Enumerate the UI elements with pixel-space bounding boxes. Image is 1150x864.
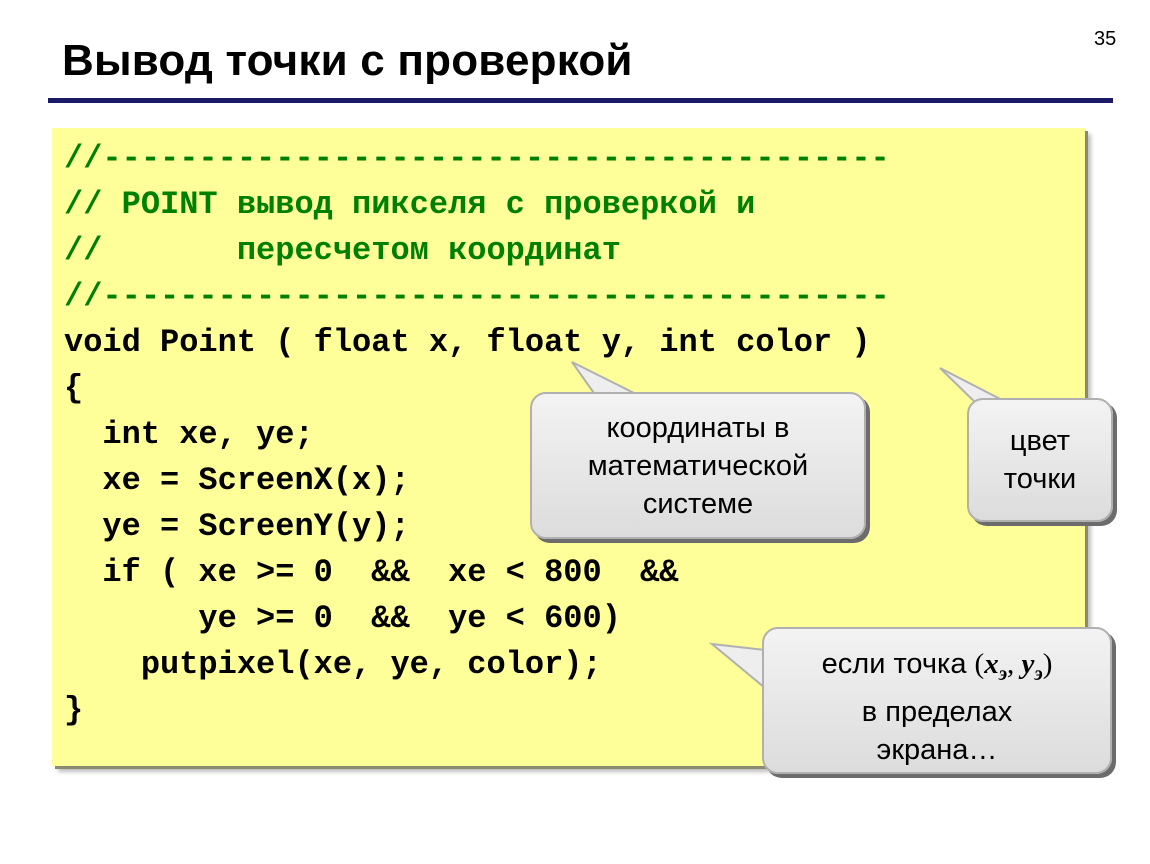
callout-color: цвет точки xyxy=(967,398,1113,522)
comma: , xyxy=(1007,648,1022,680)
var-x: x xyxy=(984,648,999,680)
callout-text: экрана… xyxy=(876,733,998,766)
sub-e: э xyxy=(998,662,1007,685)
callout-text: координаты в xyxy=(606,412,790,444)
callout-bounds: если точка (xэ, yэ) в пределах экрана… xyxy=(762,627,1112,774)
callout-text: системе xyxy=(642,488,754,520)
paren: ) xyxy=(1042,648,1053,680)
paren: ( xyxy=(974,648,985,680)
slide-title: Вывод точки с проверкой xyxy=(62,36,633,85)
code-line: //--------------------------------------… xyxy=(64,278,890,315)
callout-text: точки xyxy=(1003,463,1077,495)
code-line: //--------------------------------------… xyxy=(64,140,890,177)
code-line: // пересчетом координат xyxy=(64,232,621,269)
code-line: if ( xe >= 0 && xe < 800 && xyxy=(64,554,679,591)
callout-text: если точка xyxy=(821,648,975,680)
callout-text: в пределах xyxy=(861,695,1013,728)
callout-text: цвет xyxy=(1009,425,1071,457)
callout-coordinates: координаты в математической системе xyxy=(530,392,866,539)
callout-text: математической xyxy=(587,450,809,482)
title-underline xyxy=(48,98,1113,103)
callout-line: если точка (xэ, yэ) xyxy=(764,645,1110,693)
var-y: y xyxy=(1021,648,1035,680)
code-line: // POINT вывод пикселя с проверкой и xyxy=(64,186,756,223)
sub-e: э xyxy=(1034,662,1043,685)
code-line: void Point ( float x, float y, int color… xyxy=(64,324,871,361)
slide-number: 35 xyxy=(1094,28,1117,50)
